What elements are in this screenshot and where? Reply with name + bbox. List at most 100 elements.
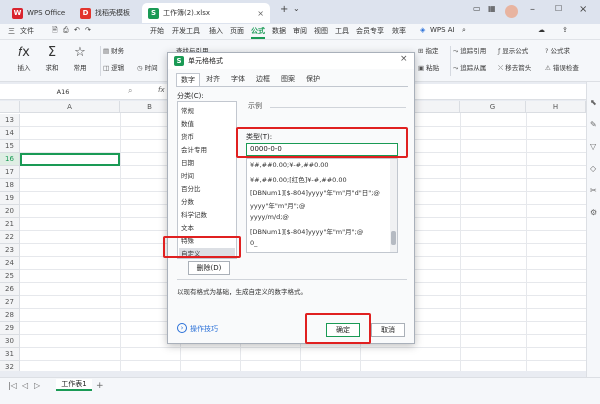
column-header[interactable]: H [526, 101, 586, 113]
pointer-icon[interactable]: ⬉ [590, 98, 597, 107]
row-header[interactable]: 30 [0, 335, 20, 348]
cancel-button[interactable]: 取消 [371, 323, 405, 337]
redo-icon[interactable]: ↷ [85, 26, 91, 34]
paste-button[interactable]: ▣ 粘贴 [418, 62, 439, 72]
menu-efficiency[interactable]: 效率 [392, 26, 406, 36]
menu-view[interactable]: 视图 [314, 26, 328, 36]
settings-icon[interactable]: ⚙ [590, 208, 597, 217]
category-item[interactable]: 分数 [181, 196, 194, 206]
trace-precedents-button[interactable]: ⤳ 追踪引用 [453, 45, 486, 56]
time-button[interactable]: ◷ 时间 [137, 62, 158, 72]
row-header[interactable]: 22 [0, 231, 20, 244]
row-header[interactable]: 14 [0, 127, 20, 140]
select-all-corner[interactable] [0, 101, 20, 113]
category-item[interactable]: 常规 [181, 105, 194, 115]
grid-icon[interactable]: ▦ [488, 4, 496, 13]
name-box[interactable]: A16 [8, 87, 118, 98]
category-item[interactable]: 时间 [181, 170, 194, 180]
menu-data[interactable]: 数据 [272, 26, 286, 36]
format-item[interactable]: yyyy/m/d;@ [250, 213, 289, 221]
remove-arrows-button[interactable]: ⤬ 移去箭头 [498, 62, 531, 73]
first-sheet-icon[interactable]: |◁ [8, 381, 17, 390]
menu-dev-tools[interactable]: 开发工具 [172, 26, 200, 36]
undo-icon[interactable]: ↶ [74, 26, 80, 34]
sum-button[interactable]: Σ 求和 [38, 44, 66, 72]
new-tab-icon[interactable]: + [280, 4, 288, 15]
clip-icon[interactable]: ✂ [590, 186, 597, 195]
tab-border[interactable]: 边框 [252, 73, 274, 86]
avatar[interactable] [505, 5, 518, 18]
next-sheet-icon[interactable]: ▷ [34, 381, 40, 390]
sheet-tab[interactable]: 工作表1 [56, 379, 92, 391]
menu-formula[interactable]: 公式 [251, 26, 265, 39]
selected-cell[interactable] [20, 153, 120, 166]
close-tab-icon[interactable]: × [257, 9, 264, 18]
add-sheet-icon[interactable]: + [96, 381, 104, 391]
row-header[interactable]: 16 [0, 153, 20, 166]
menu-member[interactable]: 会员专享 [356, 26, 384, 36]
menu-wps-ai[interactable]: WPS AI [430, 26, 455, 34]
shape-icon[interactable]: ◇ [590, 164, 596, 173]
category-item[interactable]: 货币 [181, 131, 194, 141]
tips-link[interactable]: 操作技巧 [190, 324, 218, 334]
menu-tools[interactable]: 工具 [335, 26, 349, 36]
row-header[interactable]: 17 [0, 166, 20, 179]
menu-review[interactable]: 审阅 [293, 26, 307, 36]
tab-pattern[interactable]: 图案 [277, 73, 299, 86]
row-header[interactable]: 21 [0, 218, 20, 231]
trace-dependents-button[interactable]: ⤳ 追踪从属 [453, 62, 486, 73]
menu-hamburger[interactable]: 三 [8, 26, 15, 36]
delete-button[interactable]: 删除(D) [188, 261, 230, 275]
row-header[interactable]: 20 [0, 205, 20, 218]
tab-alignment[interactable]: 对齐 [202, 73, 224, 86]
format-item[interactable]: yyyy"年"m"月";@ [250, 200, 305, 210]
menu-start[interactable]: 开始 [150, 26, 164, 36]
format-item[interactable]: ¥#,##0.00;¥-#,##0.00 [250, 161, 329, 169]
fx-button[interactable]: fx [158, 86, 165, 94]
filter-icon[interactable]: ▽ [590, 142, 596, 151]
share-icon[interactable]: ⇪ [562, 26, 568, 34]
format-item[interactable]: [DBNum1][$-804]yyyy"年"m"月"d"日";@ [250, 187, 380, 197]
category-item[interactable]: 日期 [181, 157, 194, 167]
finance-button[interactable]: ▤ 财务 [103, 45, 124, 55]
close-window-icon[interactable]: × [579, 4, 587, 15]
category-item[interactable]: 科学记数 [181, 209, 207, 219]
row-header[interactable]: 15 [0, 140, 20, 153]
minimize-icon[interactable]: – [530, 4, 535, 15]
logic-button[interactable]: ◫ 逻辑 [103, 62, 124, 72]
column-header[interactable]: G [460, 101, 526, 113]
format-item[interactable]: 0_ [250, 239, 257, 247]
chevron-down-icon[interactable]: ⌄ [293, 4, 300, 13]
row-header[interactable]: 19 [0, 192, 20, 205]
layout-icon[interactable]: ▭ [473, 4, 481, 13]
tab-font[interactable]: 字体 [227, 73, 249, 86]
category-item[interactable]: 百分比 [181, 183, 201, 193]
save-icon[interactable]: 🗎 [52, 26, 58, 37]
row-header[interactable]: 29 [0, 322, 20, 335]
column-header[interactable]: A [20, 101, 120, 113]
format-item[interactable]: ¥#,##0.00;[红色]¥-#,##0.00 [250, 174, 347, 184]
row-header[interactable]: 25 [0, 270, 20, 283]
category-item[interactable]: 文本 [181, 222, 194, 232]
cloud-icon[interactable]: ☁ [538, 26, 545, 34]
formula-evaluate-button[interactable]: ? 公式求 [545, 45, 570, 55]
tab-workbook[interactable]: S 工作簿(2).xlsx × [142, 3, 270, 23]
zoom-icon[interactable]: ⌕ [128, 86, 132, 96]
insert-function-button[interactable]: 𝑓x 插入 [10, 44, 38, 72]
format-code-list[interactable]: ¥#,##0.00;¥-#,##0.00 ¥#,##0.00;[红色]¥-#,#… [246, 158, 398, 253]
tab-number[interactable]: 数字 [176, 73, 200, 86]
tab-template[interactable]: D 找稻壳模板 [74, 3, 136, 23]
search-icon[interactable]: ⌕ [462, 26, 466, 35]
row-header[interactable]: 32 [0, 361, 20, 371]
menu-insert[interactable]: 插入 [209, 26, 223, 36]
row-header[interactable]: 31 [0, 348, 20, 361]
tab-protection[interactable]: 保护 [302, 73, 324, 86]
category-item[interactable]: 会计专用 [181, 144, 207, 154]
row-header[interactable]: 13 [0, 114, 20, 127]
row-header[interactable]: 23 [0, 244, 20, 257]
tips-icon[interactable]: › [177, 323, 187, 333]
common-functions-button[interactable]: ☆ 常用 [66, 44, 94, 72]
scrollbar-thumb[interactable] [391, 231, 396, 245]
show-formula-button[interactable]: ƒ 显示公式 [498, 45, 528, 55]
pen-icon[interactable]: ✎ [590, 120, 597, 129]
